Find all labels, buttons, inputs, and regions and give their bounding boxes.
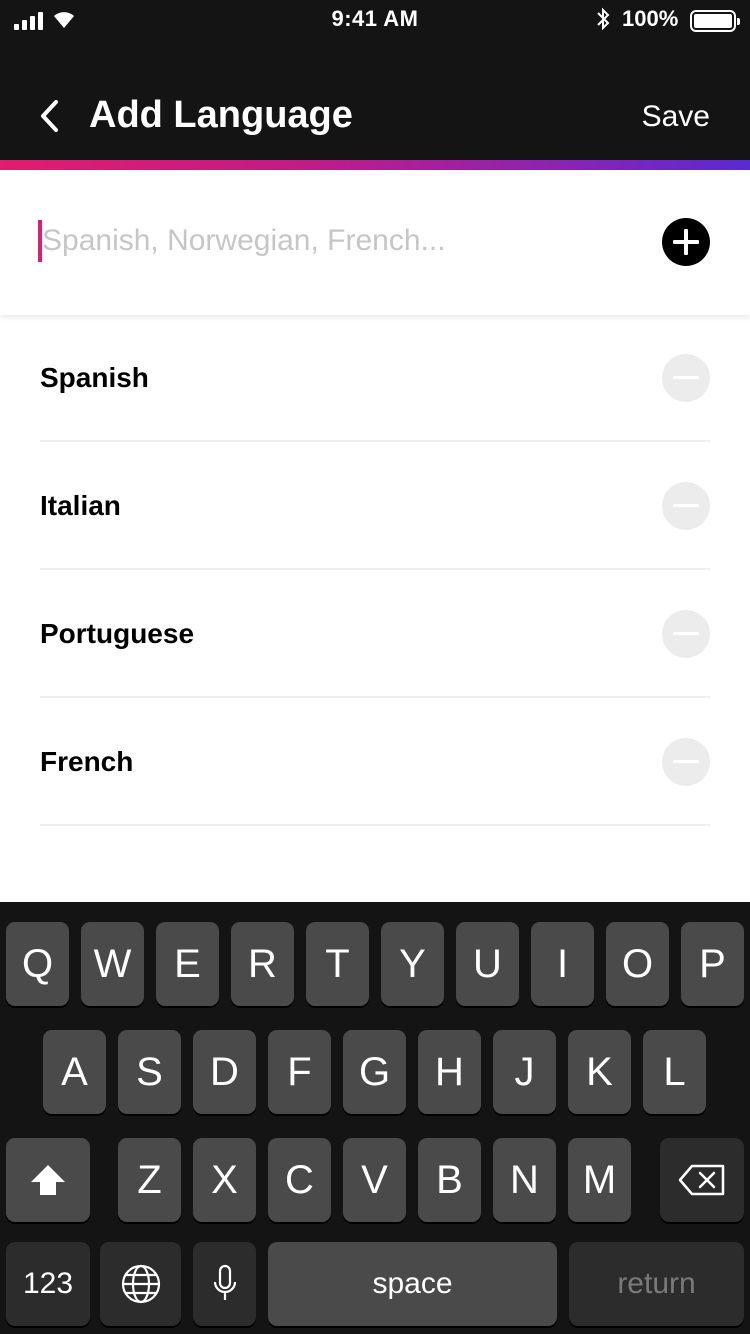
key-w[interactable]: W bbox=[81, 922, 144, 1006]
language-search-input[interactable] bbox=[42, 216, 622, 266]
dictation-key[interactable] bbox=[193, 1242, 256, 1326]
add-language-button[interactable] bbox=[662, 218, 710, 266]
key-t[interactable]: T bbox=[306, 922, 369, 1006]
space-key[interactable]: space bbox=[268, 1242, 557, 1326]
key-l[interactable]: L bbox=[643, 1030, 706, 1114]
key-g[interactable]: G bbox=[343, 1030, 406, 1114]
list-item: French bbox=[40, 698, 710, 826]
key-k[interactable]: K bbox=[568, 1030, 631, 1114]
key-c[interactable]: C bbox=[268, 1138, 331, 1222]
key-n[interactable]: N bbox=[493, 1138, 556, 1222]
language-label: Italian bbox=[40, 490, 121, 521]
globe-icon bbox=[121, 1264, 160, 1304]
key-r[interactable]: R bbox=[231, 922, 294, 1006]
list-item: Spanish bbox=[40, 314, 710, 442]
microphone-icon bbox=[213, 1264, 236, 1300]
key-i[interactable]: I bbox=[531, 922, 594, 1006]
key-j[interactable]: J bbox=[493, 1030, 556, 1114]
battery-percent: 100% bbox=[622, 6, 679, 31]
list-item: Portuguese bbox=[40, 570, 710, 698]
key-v[interactable]: V bbox=[343, 1138, 406, 1222]
shift-icon bbox=[31, 1165, 65, 1195]
page-title: Add Language bbox=[89, 94, 353, 136]
key-m[interactable]: M bbox=[568, 1138, 631, 1222]
remove-language-button[interactable] bbox=[662, 610, 710, 658]
language-list: Spanish Italian Portuguese French bbox=[40, 314, 710, 826]
key-z[interactable]: Z bbox=[118, 1138, 181, 1222]
key-p[interactable]: P bbox=[681, 922, 744, 1006]
key-d[interactable]: D bbox=[193, 1030, 256, 1114]
remove-language-button[interactable] bbox=[662, 354, 710, 402]
key-e[interactable]: E bbox=[156, 922, 219, 1006]
key-f[interactable]: F bbox=[268, 1030, 331, 1114]
back-chevron-icon[interactable] bbox=[38, 98, 60, 134]
return-key[interactable]: return bbox=[569, 1242, 744, 1326]
bluetooth-icon bbox=[597, 7, 610, 31]
delete-key[interactable] bbox=[660, 1138, 744, 1222]
key-b[interactable]: B bbox=[418, 1138, 481, 1222]
key-x[interactable]: X bbox=[193, 1138, 256, 1222]
list-item: Italian bbox=[40, 442, 710, 570]
add-language-row bbox=[0, 170, 750, 315]
key-u[interactable]: U bbox=[456, 922, 519, 1006]
accent-gradient-bar bbox=[0, 160, 750, 170]
backspace-icon bbox=[678, 1164, 725, 1196]
globe-key[interactable] bbox=[100, 1242, 181, 1326]
keyboard: Q W E R T Y U I O P A S D F G H J K L Z … bbox=[0, 902, 750, 1334]
battery-icon bbox=[690, 10, 740, 32]
status-bar: 9:41 AM 100% bbox=[0, 0, 750, 40]
language-label: Portuguese bbox=[40, 618, 195, 649]
key-q[interactable]: Q bbox=[6, 922, 69, 1006]
language-label: Spanish bbox=[40, 362, 149, 393]
key-s[interactable]: S bbox=[118, 1030, 181, 1114]
key-a[interactable]: A bbox=[43, 1030, 106, 1114]
key-y[interactable]: Y bbox=[381, 922, 444, 1006]
top-bar: 9:41 AM 100% Add Language Save bbox=[0, 0, 750, 160]
remove-language-button[interactable] bbox=[662, 482, 710, 530]
remove-language-button[interactable] bbox=[662, 738, 710, 786]
shift-key[interactable] bbox=[6, 1138, 90, 1222]
save-button[interactable]: Save bbox=[642, 100, 710, 134]
key-o[interactable]: O bbox=[606, 922, 669, 1006]
language-label: French bbox=[40, 746, 134, 777]
key-h[interactable]: H bbox=[418, 1030, 481, 1114]
numbers-key[interactable]: 123 bbox=[6, 1242, 90, 1326]
